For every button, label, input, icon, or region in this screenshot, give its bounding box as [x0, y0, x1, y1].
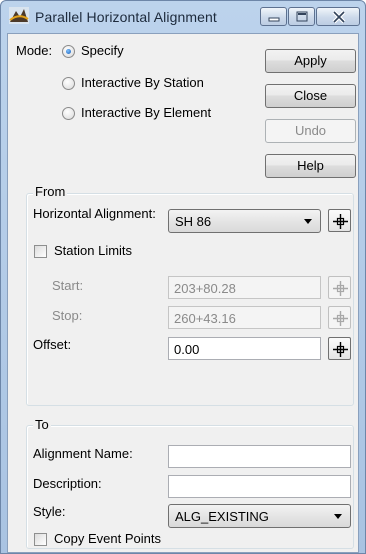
- minimize-icon: [268, 17, 280, 22]
- offset-field[interactable]: 0.00: [168, 337, 321, 360]
- to-group-title: To: [33, 417, 51, 432]
- radio-interactive-by-element-label[interactable]: Interactive By Element: [81, 105, 211, 120]
- close-x-icon: [332, 10, 346, 24]
- horizontal-alignment-label: Horizontal Alignment:: [33, 206, 156, 221]
- dialog-window: Parallel Horizontal Alignment Mode: Spec…: [0, 0, 366, 554]
- start-locate-button[interactable]: [328, 276, 351, 299]
- alignment-name-label: Alignment Name:: [33, 446, 133, 461]
- maximize-button[interactable]: [288, 7, 315, 26]
- start-label: Start:: [52, 278, 84, 293]
- apply-button[interactable]: Apply: [265, 49, 356, 73]
- dialog-client-area: Mode: Specify Interactive By Station Int…: [7, 33, 359, 553]
- style-label: Style:: [33, 504, 66, 519]
- radio-interactive-by-element[interactable]: [62, 107, 75, 120]
- maximize-icon: [296, 11, 308, 22]
- horizontal-alignment-locate-button[interactable]: [328, 209, 351, 232]
- station-limits-label[interactable]: Station Limits: [54, 243, 132, 258]
- description-label: Description:: [33, 476, 102, 491]
- offset-label: Offset:: [33, 337, 72, 352]
- radio-interactive-by-station[interactable]: [62, 77, 75, 90]
- close-window-button[interactable]: [316, 7, 360, 26]
- offset-locate-button[interactable]: [328, 337, 351, 360]
- radio-interactive-by-station-label[interactable]: Interactive By Station: [81, 75, 204, 90]
- crosshair-locate-icon: [333, 281, 348, 296]
- from-group-title: From: [33, 184, 68, 199]
- alignment-app-icon: [9, 7, 29, 24]
- stop-station-value: 260+43.16: [174, 311, 236, 326]
- mode-label: Mode:: [16, 43, 53, 58]
- radio-specify-label[interactable]: Specify: [81, 43, 124, 58]
- start-station-value: 203+80.28: [174, 281, 236, 296]
- stop-locate-button[interactable]: [328, 306, 351, 329]
- style-value: ALG_EXISTING: [175, 509, 269, 524]
- offset-value: 0.00: [174, 342, 200, 357]
- title-bar[interactable]: Parallel Horizontal Alignment: [1, 1, 365, 31]
- copy-event-points-label[interactable]: Copy Event Points: [54, 531, 161, 546]
- minimize-button[interactable]: [260, 7, 287, 26]
- start-station-field[interactable]: 203+80.28: [168, 276, 321, 299]
- crosshair-locate-icon: [333, 342, 348, 357]
- alignment-name-field[interactable]: [168, 445, 351, 468]
- stop-station-field[interactable]: 260+43.16: [168, 306, 321, 329]
- crosshair-locate-icon: [333, 214, 348, 229]
- undo-button[interactable]: Undo: [265, 119, 356, 143]
- station-limits-checkbox[interactable]: [34, 245, 47, 258]
- close-button[interactable]: Close: [265, 84, 356, 108]
- help-button[interactable]: Help: [265, 154, 356, 178]
- horizontal-alignment-dropdown[interactable]: SH 86: [168, 209, 321, 233]
- window-title: Parallel Horizontal Alignment: [35, 9, 217, 25]
- horizontal-alignment-value: SH 86: [175, 214, 212, 229]
- copy-event-points-checkbox[interactable]: [34, 533, 47, 546]
- chevron-down-icon: [334, 514, 342, 519]
- radio-specify[interactable]: [62, 45, 75, 58]
- description-field[interactable]: [168, 475, 351, 498]
- chevron-down-icon: [304, 219, 312, 224]
- stop-label: Stop:: [52, 308, 83, 323]
- crosshair-locate-icon: [333, 311, 348, 326]
- style-dropdown[interactable]: ALG_EXISTING: [168, 504, 351, 528]
